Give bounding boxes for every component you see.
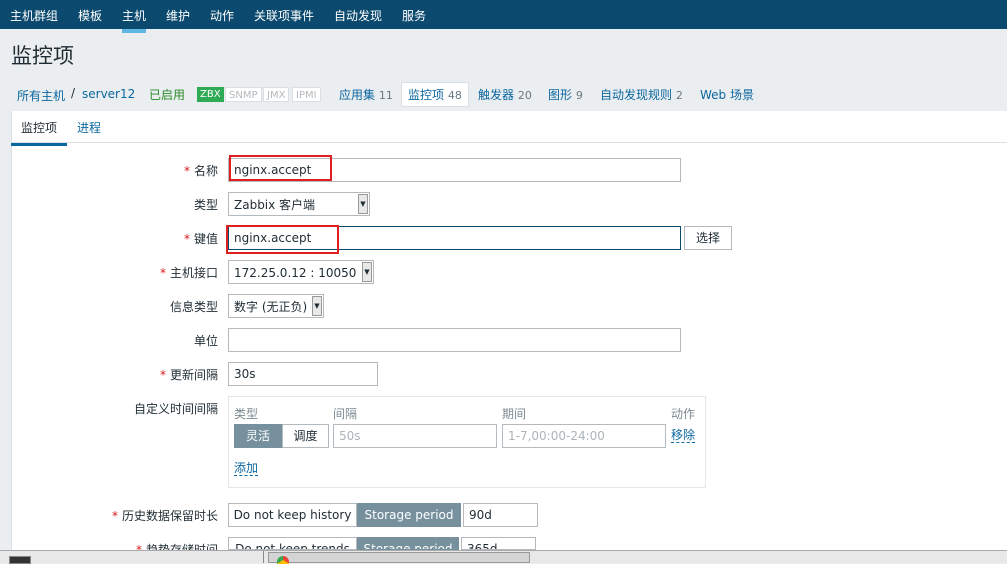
dropdown-arrow-icon: ▼ — [362, 262, 372, 282]
nav-event-correlation[interactable]: 关联项事件 — [254, 7, 314, 24]
top-navigation: 主机群组 模板 主机 维护 动作 关联项事件 自动发现 服务 — [0, 0, 1007, 33]
period-input[interactable]: 1-7,00:00-24:00 — [502, 424, 666, 448]
host-nav-triggers[interactable]: 触发器 20 — [478, 86, 532, 103]
select-key-button[interactable]: 选择 — [684, 226, 732, 250]
units-label: 单位 — [193, 334, 218, 348]
host-nav-graphs[interactable]: 图形 9 — [548, 86, 583, 103]
host-nav-applications[interactable]: 应用集 11 — [339, 86, 393, 103]
nav-hosts[interactable]: 主机 — [122, 7, 147, 33]
scheduling-toggle[interactable]: 调度 — [282, 424, 329, 448]
jmx-availability: JMX — [263, 87, 290, 102]
type-select[interactable]: Zabbix 客户端 ▼ — [228, 192, 370, 216]
custom-intervals-label: 自定义时间间隔 — [133, 402, 218, 416]
type-select-value: Zabbix 客户端 — [234, 198, 316, 212]
ipmi-availability: IPMI — [292, 87, 321, 102]
info-type-label: 信息类型 — [169, 300, 218, 314]
key-label: * 键值 — [183, 232, 218, 246]
intervals-header-action: 动作 — [671, 407, 696, 421]
add-interval-link[interactable]: 添加 — [234, 461, 259, 476]
breadcrumb-separator: / — [71, 86, 76, 100]
key-highlight — [226, 225, 339, 254]
breadcrumb-all-hosts[interactable]: 所有主机 — [17, 87, 65, 104]
interface-select[interactable]: 172.25.0.12 : 10050 ▼ — [228, 260, 374, 284]
history-storage-period-button[interactable]: Storage period — [357, 503, 461, 527]
taskbar-browser-window[interactable] — [268, 552, 530, 564]
trends-period-input[interactable]: 365d — [461, 537, 536, 550]
type-label: 类型 — [193, 198, 218, 212]
host-status-badge: 已启用 — [149, 88, 186, 102]
page-title: 监控项 — [11, 44, 74, 68]
tab-preprocessing[interactable]: 进程 — [77, 119, 101, 136]
intervals-header-interval: 间隔 — [333, 407, 358, 421]
name-highlight — [229, 155, 332, 181]
flexible-toggle[interactable]: 灵活 — [234, 424, 282, 448]
nav-services[interactable]: 服务 — [402, 7, 426, 24]
interval-input[interactable]: 50s — [333, 424, 497, 448]
units-input[interactable] — [228, 328, 681, 352]
trends-storage-period-button[interactable]: Storage period — [357, 537, 459, 550]
breadcrumb-host[interactable]: server12 — [82, 87, 135, 101]
remove-interval-link[interactable]: 移除 — [671, 428, 696, 443]
nav-actions[interactable]: 动作 — [210, 7, 234, 24]
host-nav-web-scenarios[interactable]: Web 场景 — [700, 86, 754, 103]
tab-divider — [11, 142, 1007, 143]
dropdown-arrow-icon: ▼ — [312, 296, 322, 316]
update-interval-label: * 更新间隔 — [159, 368, 218, 382]
nav-discovery[interactable]: 自动发现 — [334, 7, 382, 24]
info-type-select-value: 数字 (无正负) — [234, 300, 308, 314]
intervals-header-type: 类型 — [234, 407, 259, 421]
zbx-availability: ZBX — [197, 87, 224, 102]
snmp-availability: SNMP — [225, 87, 262, 102]
interface-label: * 主机接口 — [159, 266, 218, 280]
taskbar-separator — [263, 551, 264, 563]
interface-select-value: 172.25.0.12 : 10050 — [234, 266, 357, 280]
no-keep-history-button[interactable]: Do not keep history — [228, 503, 357, 527]
dropdown-arrow-icon: ▼ — [358, 194, 368, 214]
nav-templates[interactable]: 模板 — [78, 7, 102, 24]
tab-item[interactable]: 监控项 — [10, 119, 68, 146]
info-type-select[interactable]: 数字 (无正负) ▼ — [228, 294, 324, 318]
history-label: * 历史数据保留时长 — [111, 509, 218, 523]
host-nav-items[interactable]: 监控项 48 — [401, 82, 469, 107]
history-period-input[interactable]: 90d — [463, 503, 538, 527]
intervals-header-period: 期间 — [502, 407, 527, 421]
host-nav-discovery-rules[interactable]: 自动发现规则 2 — [600, 86, 683, 103]
nav-maintenance[interactable]: 维护 — [166, 7, 190, 24]
update-interval-input[interactable]: 30s — [228, 362, 378, 386]
no-keep-trends-button[interactable]: Do not keep trends — [228, 537, 357, 550]
nav-host-groups[interactable]: 主机群组 — [10, 7, 58, 24]
name-label: * 名称 — [183, 164, 218, 178]
